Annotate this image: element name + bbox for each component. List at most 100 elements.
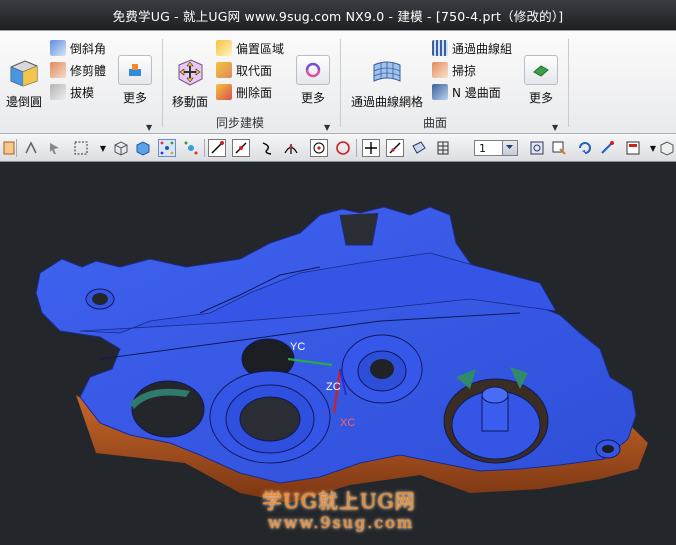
cube-wire-icon[interactable] (112, 139, 130, 157)
trim-body-button[interactable]: 修剪體 (50, 61, 106, 79)
offset-region-label: 偏置區域 (236, 41, 285, 56)
chamfer-icon (50, 40, 66, 56)
swept-button[interactable]: 掃掠 (432, 61, 476, 79)
pan-icon[interactable] (598, 139, 616, 157)
point-on-curve-icon[interactable] (386, 139, 404, 157)
delete-face-label: 刪除面 (236, 85, 273, 100)
more-feature-label: 更多 (122, 91, 147, 105)
through-curves-icon (432, 40, 448, 56)
layer-select-value: 1 (479, 142, 486, 155)
pointer-icon[interactable] (46, 139, 64, 157)
edge-blend-button[interactable]: 邊倒圓 (4, 55, 44, 110)
replace-face-label: 取代面 (236, 63, 273, 78)
draft-button[interactable]: 拔模 (50, 83, 94, 101)
n-sided-surface-icon (432, 84, 448, 100)
watermark-title: 学UG就上UG网 (262, 489, 416, 513)
axis-yc-label: YC (290, 341, 306, 353)
graphics-viewport[interactable]: YC ZC XC 学UG就上UG网 www.9sug.com (0, 163, 676, 545)
end-point-icon[interactable] (208, 139, 226, 157)
point-snap-icon[interactable] (182, 139, 200, 157)
part-hole (239, 396, 301, 442)
watermark-url: www.9sug.com (268, 513, 415, 532)
through-curve-mesh-button[interactable]: 通過曲線網格 (348, 55, 426, 110)
offset-region-button[interactable]: 偏置區域 (216, 39, 284, 57)
ribbon-divider (162, 39, 163, 127)
toolbar-divider (204, 139, 205, 157)
part-hole-opening (602, 445, 614, 453)
arc-center-icon[interactable] (310, 139, 328, 157)
grid-icon[interactable] (434, 139, 452, 157)
more-feature-icon (118, 55, 152, 85)
through-curves-button[interactable]: 通過曲線組 (432, 39, 512, 57)
ribbon-divider (340, 39, 341, 127)
more-sync-button[interactable]: 更多 (296, 55, 330, 106)
more-surface-button[interactable]: 更多 (524, 55, 558, 106)
draft-label: 拔模 (70, 85, 95, 100)
layer-select[interactable]: 1 (474, 140, 518, 156)
existing-point-icon[interactable] (362, 139, 380, 157)
ribbon-group-surface: 通過曲線網格 通過曲線組 掃掠 N 邊曲面 更多 ▼ 曲面 (342, 35, 568, 133)
chevron-down-icon[interactable]: ▼ (552, 123, 558, 132)
replace-face-button[interactable]: 取代面 (216, 61, 272, 79)
sync-group-label: 同步建模 (215, 116, 264, 130)
cube-solid-icon[interactable] (134, 139, 152, 157)
edge-blend-icon (10, 60, 38, 87)
part-hole (370, 359, 394, 379)
view-orient-icon[interactable] (658, 139, 676, 157)
window-title: 免费学UG - 就上UG网 www.9sug.com NX9.0 - 建模 - … (112, 8, 564, 24)
offset-region-icon (216, 40, 232, 56)
n-sided-surface-label: N 邊曲面 (452, 85, 501, 100)
part-notch (339, 212, 379, 246)
chamfer-button[interactable]: 倒斜角 (50, 39, 106, 57)
move-face-label: 移動面 (171, 95, 208, 109)
toolbar-divider (356, 139, 357, 157)
trim-body-label: 修剪體 (70, 63, 107, 78)
ribbon-group-sync: 移動面 偏置區域 取代面 刪除面 更多 ▼ 同步建模 (164, 35, 338, 133)
ribbon-divider (568, 39, 569, 127)
part-shaft-top (481, 386, 509, 404)
swept-label: 掃掠 (452, 63, 477, 78)
move-face-button[interactable]: 移動面 (170, 55, 210, 110)
ribbon: 邊倒圓 倒斜角 修剪體 拔模 更多 ▼ 移動面 偏置區域 取代面 刪除面 更多 … (0, 30, 676, 134)
chevron-down-icon[interactable]: ▼ (146, 123, 152, 132)
axis-xc-label: XC (340, 417, 356, 429)
intersection-icon[interactable] (282, 139, 300, 157)
toolbar-divider (16, 139, 17, 157)
through-curve-mesh-icon (373, 61, 401, 82)
delete-face-button[interactable]: 刪除面 (216, 83, 272, 101)
rotate-icon[interactable] (576, 139, 594, 157)
move-face-icon (178, 59, 203, 86)
render-style-icon[interactable] (624, 139, 642, 157)
trim-body-icon (50, 62, 66, 78)
window-title-bar: 免费学UG - 就上UG网 www.9sug.com NX9.0 - 建模 - … (0, 0, 676, 30)
n-sided-surface-button[interactable]: N 邊曲面 (432, 83, 501, 101)
mid-point-icon[interactable] (232, 139, 250, 157)
swept-icon (432, 62, 448, 78)
zoom-icon[interactable] (550, 139, 568, 157)
more-surface-label: 更多 (528, 91, 553, 105)
more-sync-icon (296, 55, 330, 85)
more-feature-button[interactable]: 更多 (118, 55, 152, 106)
select-box-icon[interactable] (72, 139, 90, 157)
fit-view-icon[interactable] (528, 139, 546, 157)
select-all-icon[interactable] (158, 139, 176, 157)
through-curve-mesh-label: 通過曲線網格 (350, 95, 423, 109)
point-on-face-icon[interactable] (410, 139, 428, 157)
part-hole-opening (92, 293, 108, 305)
ribbon-group-feature: 邊倒圓 倒斜角 修剪體 拔模 更多 ▼ (0, 35, 160, 133)
selection-toolbar: ▼ 1 ▼ (0, 134, 676, 162)
snap-icon[interactable] (22, 139, 40, 157)
surface-group-label: 曲面 (422, 116, 447, 130)
draft-icon (50, 84, 66, 100)
through-curves-label: 通過曲線組 (452, 41, 513, 56)
control-point-icon[interactable] (258, 139, 276, 157)
chevron-down-icon[interactable]: ▼ (94, 139, 112, 157)
chevron-down-icon[interactable] (502, 141, 517, 155)
quadrant-point-icon[interactable] (334, 139, 352, 157)
chamfer-label: 倒斜角 (70, 41, 107, 56)
edge-blend-label: 邊倒圓 (5, 95, 42, 109)
axis-zc-label: ZC (326, 381, 341, 393)
more-sync-label: 更多 (300, 91, 325, 105)
delete-face-icon (216, 84, 232, 100)
chevron-down-icon[interactable]: ▼ (324, 123, 330, 132)
